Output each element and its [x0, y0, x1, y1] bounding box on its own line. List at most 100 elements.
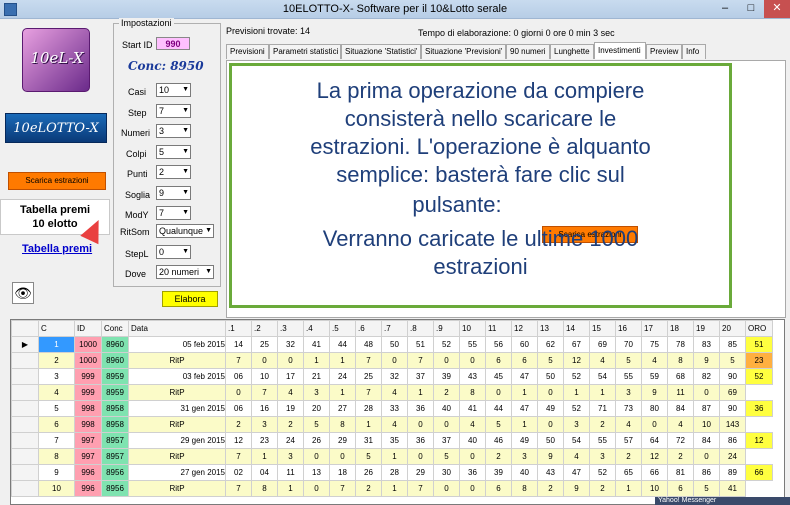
table-cell[interactable]: RitP — [128, 416, 226, 433]
table-cell[interactable]: 998 — [74, 416, 102, 433]
table-cell[interactable]: 24 — [329, 368, 356, 385]
table-row[interactable]: 10 996 8956 RitP 7 8 1 0 7 2 1 7 0 0 6 8 2 9 2 1 10 6 5 41 — [11, 480, 773, 497]
table-cell[interactable]: 0 — [381, 352, 408, 369]
table-cell[interactable]: 0 — [407, 448, 434, 465]
table-cell[interactable]: 70 — [615, 336, 642, 353]
scarica-estrazioni-button[interactable]: Scarica estrazioni — [8, 172, 106, 190]
table-cell[interactable]: 84 — [693, 432, 720, 449]
tab-preview[interactable]: Preview — [646, 44, 682, 59]
table-cell[interactable]: 8956 — [101, 464, 129, 481]
table-cell[interactable]: 40 — [511, 464, 538, 481]
table-cell[interactable]: 56 — [485, 336, 512, 353]
table-cell[interactable]: 11 — [667, 384, 694, 401]
table-cell[interactable]: 16 — [251, 400, 278, 417]
table-cell[interactable]: 7 — [251, 384, 278, 401]
table-cell[interactable]: 0 — [407, 416, 434, 433]
table-cell[interactable]: 28 — [381, 464, 408, 481]
table-cell[interactable]: 1 — [511, 416, 538, 433]
table-cell[interactable]: 143 — [719, 416, 746, 433]
table-cell[interactable]: 90 — [719, 400, 746, 417]
table-cell[interactable]: 1 — [355, 416, 382, 433]
table-cell[interactable]: 9 — [641, 384, 668, 401]
estrazioni-grid[interactable]: C ID Conc Data .1.2.3.4.5.6.7.8.9 10 11 12 13 14 1… — [10, 319, 785, 505]
table-cell[interactable]: 60 — [511, 336, 538, 353]
ritsom-select[interactable]: Qualunque ▼ — [156, 224, 214, 238]
table-row[interactable]: 8 997 8957 RitP 7 1 3 0 0 5 1 0 5 0 2 3 9 4 3 2 12 2 0 24 — [11, 448, 773, 465]
table-cell[interactable]: 81 — [667, 464, 694, 481]
table-cell[interactable]: 4 — [667, 416, 694, 433]
table-cell[interactable]: 9 — [693, 352, 720, 369]
table-cell[interactable]: 0 — [433, 480, 460, 497]
table-cell[interactable]: 29 — [407, 464, 434, 481]
tab-situazione-previsioni[interactable]: Situazione 'Previsioni' — [421, 44, 506, 59]
table-cell[interactable]: 0 — [251, 352, 278, 369]
table-cell[interactable]: 3 — [277, 448, 304, 465]
table-cell[interactable]: 46 — [485, 432, 512, 449]
table-cell[interactable]: 6 — [485, 480, 512, 497]
table-cell[interactable]: 5 — [537, 352, 564, 369]
table-cell[interactable]: 66 — [641, 464, 668, 481]
table-cell[interactable]: 31 — [355, 432, 382, 449]
column-header[interactable]: 13 — [537, 320, 564, 337]
table-row[interactable]: ▶ 1 1000 8960 05 feb 2015 14 25 32 41 44 48 50 51 52 5… — [11, 336, 773, 353]
table-cell[interactable]: 32 — [381, 368, 408, 385]
table-cell[interactable]: 1 — [381, 448, 408, 465]
table-cell[interactable]: 1 — [38, 336, 75, 353]
table-cell[interactable]: 997 — [74, 432, 102, 449]
table-cell[interactable]: 11 — [277, 464, 304, 481]
table-cell[interactable]: 0 — [329, 448, 356, 465]
table-cell[interactable]: 3 — [303, 384, 330, 401]
table-cell[interactable]: 4 — [615, 416, 642, 433]
table-cell[interactable]: 69 — [719, 384, 746, 401]
table-cell[interactable]: 23 — [251, 432, 278, 449]
table-cell[interactable]: 7 — [407, 352, 434, 369]
table-cell[interactable]: 0 — [459, 480, 486, 497]
soglia-select[interactable]: 9 ▼ — [156, 186, 191, 200]
table-cell[interactable]: 4 — [641, 352, 668, 369]
table-cell[interactable]: 1 — [563, 384, 590, 401]
step-select[interactable]: 7 ▼ — [156, 104, 191, 118]
table-cell[interactable] — [11, 448, 39, 465]
table-cell[interactable]: 0 — [303, 480, 330, 497]
table-cell[interactable]: 9 — [563, 480, 590, 497]
table-cell[interactable]: 04 — [251, 464, 278, 481]
column-header[interactable]: .5 — [329, 320, 356, 337]
table-cell[interactable] — [11, 416, 39, 433]
table-row[interactable]: 3 999 8959 03 feb 2015 06 10 17 21 24 25 32 37 39 43 4… — [11, 368, 773, 385]
column-header[interactable]: 18 — [667, 320, 694, 337]
table-cell[interactable]: 5 — [693, 480, 720, 497]
table-cell[interactable]: 32 — [277, 336, 304, 353]
table-cell[interactable]: 05 feb 2015 — [128, 336, 226, 353]
column-header[interactable]: 16 — [615, 320, 642, 337]
column-header[interactable]: .7 — [381, 320, 408, 337]
table-cell[interactable]: 5 — [615, 352, 642, 369]
table-cell[interactable]: 51 — [745, 336, 773, 353]
table-cell[interactable]: 5 — [38, 400, 75, 417]
table-cell[interactable]: 41 — [303, 336, 330, 353]
table-cell[interactable]: 28 — [355, 400, 382, 417]
close-button[interactable]: ✕ — [764, 0, 790, 18]
table-row[interactable]: 7 997 8957 29 gen 2015 12 23 24 26 29 31 35 36 37 40 4… — [11, 432, 773, 449]
table-cell[interactable]: 52 — [433, 336, 460, 353]
column-header[interactable]: 15 — [589, 320, 616, 337]
table-cell[interactable]: 19 — [277, 400, 304, 417]
table-cell[interactable]: 999 — [74, 384, 102, 401]
table-cell[interactable]: 1 — [407, 384, 434, 401]
table-cell[interactable]: 27 gen 2015 — [128, 464, 226, 481]
table-cell[interactable]: 52 — [745, 368, 773, 385]
table-cell[interactable]: 67 — [563, 336, 590, 353]
tab-investimenti[interactable]: Investimenti — [594, 42, 646, 59]
table-cell[interactable]: 10 — [693, 416, 720, 433]
column-header[interactable]: .8 — [407, 320, 434, 337]
table-cell[interactable]: 54 — [589, 368, 616, 385]
table-cell[interactable]: 5 — [303, 416, 330, 433]
column-header[interactable]: Data — [128, 320, 226, 337]
table-cell[interactable]: 36 — [407, 432, 434, 449]
table-cell[interactable]: 4 — [381, 384, 408, 401]
table-cell[interactable]: 1 — [589, 384, 616, 401]
table-cell[interactable]: 86 — [693, 464, 720, 481]
column-header[interactable]: Conc — [101, 320, 129, 337]
column-header[interactable]: C — [38, 320, 75, 337]
column-header[interactable]: .1 — [225, 320, 252, 337]
table-row[interactable]: 4 999 8959 RitP 0 7 4 3 1 7 4 1 2 8 0 1 0 1 1 3 9 11 0 69 — [11, 384, 773, 401]
